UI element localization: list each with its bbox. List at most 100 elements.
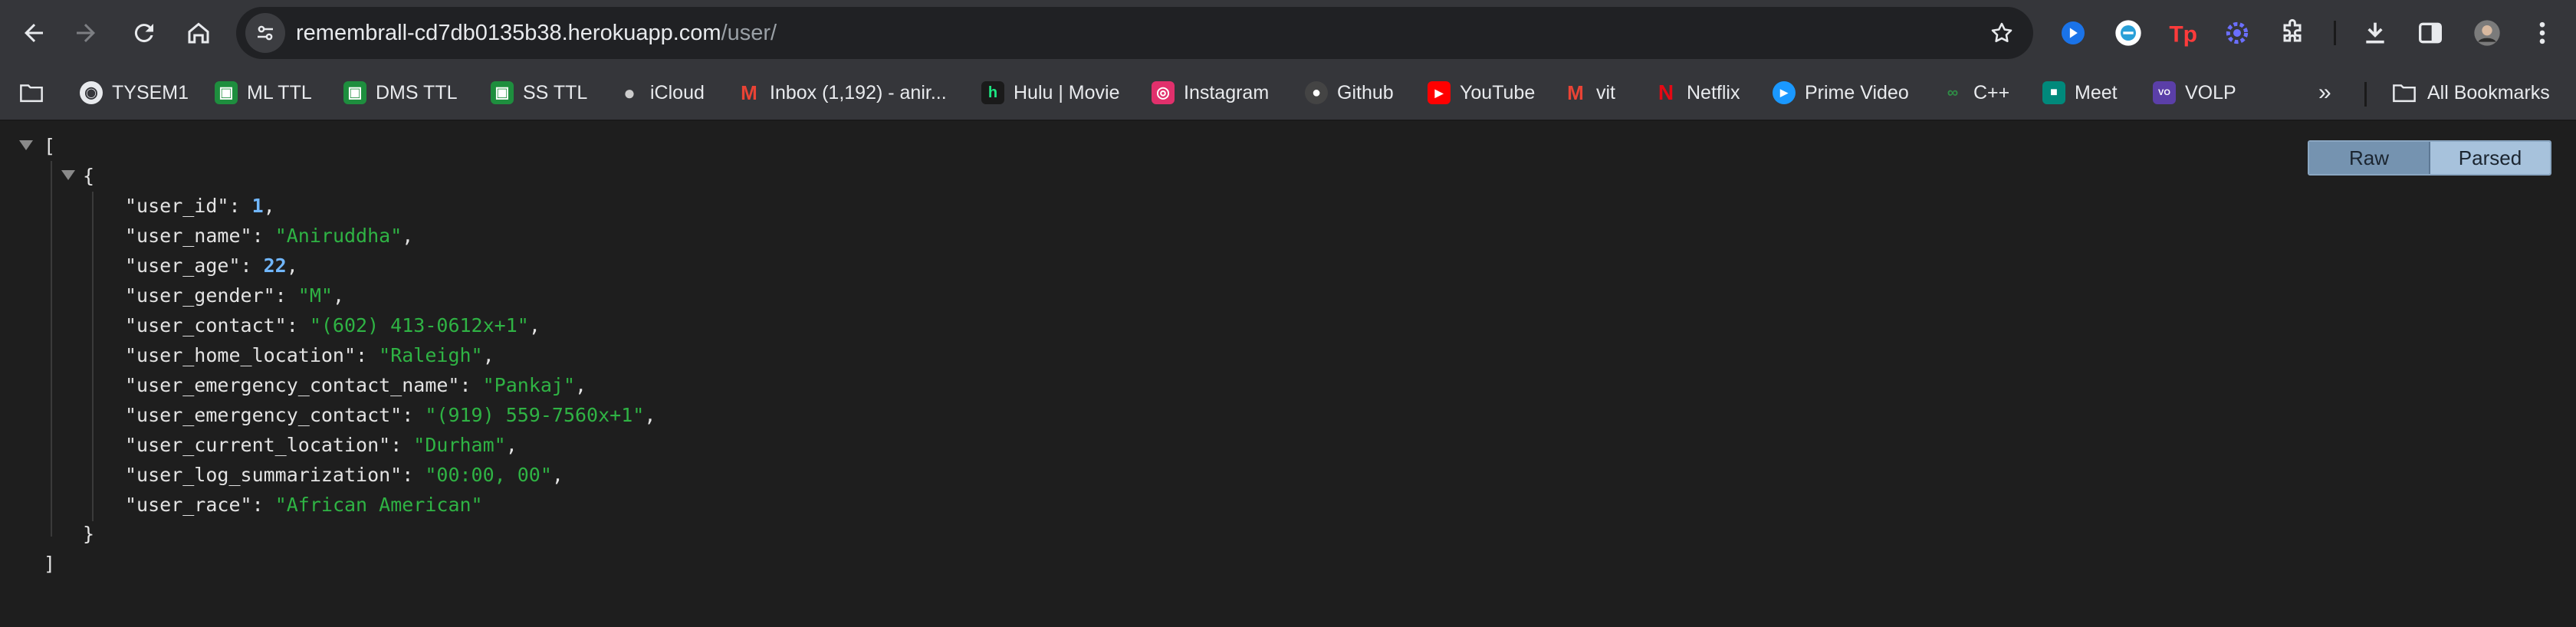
bookmark-dms-ttl[interactable]: ▣ DMS TTL [343, 75, 458, 110]
site-info-button[interactable] [245, 13, 285, 53]
prime-video-icon: ▶ [1773, 81, 1796, 104]
bookmark-tysem1[interactable]: ◉ TYSEM1 [80, 75, 189, 110]
extension-gear-icon[interactable] [2217, 13, 2257, 53]
object-open-brace: { [83, 165, 95, 187]
json-field-row: "user_current_location": "Durham", [125, 430, 518, 460]
collapse-object-toggle[interactable] [61, 170, 75, 180]
raw-button[interactable]: Raw [2309, 142, 2429, 174]
bookmark-youtube[interactable]: ▶ YouTube [1428, 75, 1535, 110]
bookmark-netflix[interactable]: N Netflix [1654, 75, 1740, 110]
all-bookmarks-button[interactable]: All Bookmarks [2390, 75, 2550, 110]
extension-tp-icon[interactable]: Tp [2162, 13, 2202, 53]
youtube-icon: ▶ [1428, 81, 1451, 104]
json-field-row: "user_home_location": "Raleigh", [125, 340, 495, 370]
indent-guide [92, 192, 94, 521]
json-string-value: "00:00, 00" [425, 464, 552, 486]
home-button[interactable] [176, 10, 222, 56]
json-comma: , [528, 314, 540, 336]
extensions-puzzle-icon[interactable] [2272, 13, 2312, 53]
json-string-value: "African American" [274, 494, 483, 516]
json-key: "user_race" [125, 494, 252, 516]
json-comma: , [482, 344, 495, 366]
url-host: remembrall-cd7db0135b38.herokuapp.com [296, 21, 721, 45]
url-path: /user/ [721, 21, 777, 45]
hulu-icon: h [981, 81, 1004, 104]
bookmark-ml-ttl[interactable]: ▣ ML TTL [215, 75, 312, 110]
bookmark-prime-video[interactable]: ▶ Prime Video [1773, 75, 1909, 110]
bookmark-meet[interactable]: ■ Meet [2042, 75, 2118, 110]
view-mode-toggle: Raw Parsed [2308, 140, 2551, 176]
json-key: "user_home_location" [125, 344, 356, 366]
extension-white-circle-icon[interactable] [2108, 13, 2148, 53]
bookmark-label: Prime Video [1805, 82, 1909, 103]
toolbar-separator [2334, 21, 2336, 45]
json-key: "user_age" [125, 254, 241, 277]
json-field-row: "user_contact": "(602) 413-0612x+1", [125, 310, 540, 340]
bookmark-volp[interactable]: VO VOLP [2153, 75, 2236, 110]
json-comma: , [402, 225, 414, 247]
bookmark-label: ML TTL [247, 82, 312, 103]
parsed-button[interactable]: Parsed [2429, 142, 2550, 174]
json-viewer: Raw Parsed [ { "user_id": 1, "user_name":… [0, 121, 2576, 627]
json-colon: : [356, 344, 380, 366]
apps-folder-button[interactable] [18, 75, 44, 110]
extension-blue-play-icon[interactable] [2053, 13, 2093, 53]
chevron-double-right-icon: » [2318, 80, 2331, 105]
object-close-brace: } [83, 523, 95, 545]
bookmark-hulu[interactable]: h Hulu | Movie [981, 75, 1120, 110]
bookmarks-overflow-button[interactable]: » [2318, 75, 2331, 110]
bookmark-label: Hulu | Movie [1014, 82, 1120, 103]
bookmark-star-icon[interactable] [1989, 20, 2015, 46]
all-bookmarks-label: All Bookmarks [2427, 82, 2550, 103]
json-key: "user_contact" [125, 314, 287, 336]
bookmark-inbox[interactable]: M Inbox (1,192) - anir... [738, 75, 947, 110]
json-comma: , [505, 434, 518, 456]
forward-button[interactable] [63, 10, 109, 56]
reload-button[interactable] [121, 10, 167, 56]
google-classroom-icon: ▣ [343, 81, 366, 104]
bookmark-instagram[interactable]: ◎ Instagram [1152, 75, 1269, 110]
indent-guide [51, 161, 52, 537]
bookmarks-separator [2364, 82, 2367, 107]
json-number-value: 22 [263, 254, 287, 277]
json-colon: : [286, 314, 310, 336]
profile-avatar[interactable] [2467, 13, 2507, 53]
bookmark-cpp[interactable]: ∞ C++ [1941, 75, 2009, 110]
json-comma: , [263, 195, 275, 217]
tune-icon [258, 25, 273, 41]
json-key: "user_current_location" [125, 434, 391, 456]
json-colon: : [390, 434, 414, 456]
bookmark-icloud[interactable]: ● iCloud [618, 75, 705, 110]
bookmark-label: Meet [2075, 82, 2118, 103]
back-button[interactable] [11, 10, 57, 56]
side-panel-icon[interactable] [2410, 13, 2450, 53]
url-text[interactable]: remembrall-cd7db0135b38.herokuapp.com/us… [296, 7, 777, 59]
collapse-array-toggle[interactable] [19, 140, 33, 150]
google-meet-icon: ■ [2042, 81, 2065, 104]
bookmark-label: VOLP [2185, 82, 2236, 103]
bookmark-ss-ttl[interactable]: ▣ SS TTL [491, 75, 587, 110]
json-key: "user_log_summarization" [125, 464, 402, 486]
bookmark-vit[interactable]: M vit [1564, 75, 1615, 110]
arrow-right-icon [77, 24, 95, 42]
folder-icon [2393, 84, 2416, 103]
download-icon[interactable] [2355, 13, 2395, 53]
json-comma: , [332, 284, 344, 307]
folder-icon [20, 84, 43, 103]
json-comma: , [644, 404, 656, 426]
json-key: "user_emergency_contact_name" [125, 374, 460, 396]
bookmark-github[interactable]: ● Github [1305, 75, 1394, 110]
menu-kebab-icon[interactable] [2522, 13, 2562, 53]
array-close-bracket: ] [44, 553, 56, 575]
json-string-value: "M" [297, 284, 333, 307]
bookmark-label: SS TTL [523, 82, 588, 103]
volp-icon: VO [2153, 81, 2176, 104]
gmail-icon: M [1567, 81, 1584, 104]
address-bar[interactable]: remembrall-cd7db0135b38.herokuapp.com/us… [236, 7, 2033, 59]
json-colon: : [240, 254, 264, 277]
bookmark-label: Github [1337, 82, 1394, 103]
svg-text:Tp: Tp [2169, 22, 2197, 48]
json-field-row: "user_emergency_contact_name": "Pankaj", [125, 370, 586, 400]
apple-icon: ● [623, 81, 636, 104]
json-colon: : [228, 195, 252, 217]
